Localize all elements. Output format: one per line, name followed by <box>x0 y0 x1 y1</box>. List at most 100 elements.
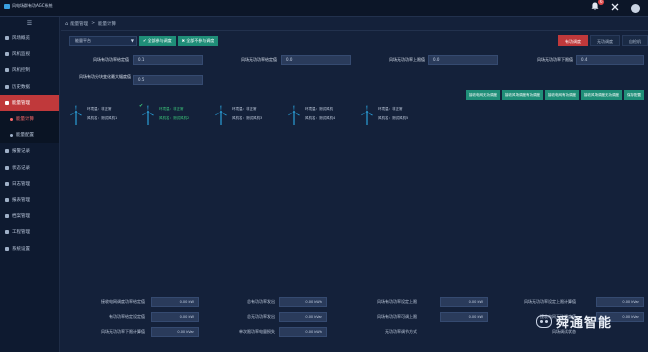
project-icon <box>5 230 9 235</box>
save-config-button[interactable]: 保存配置 <box>624 90 644 100</box>
receive-farm-reactive-button[interactable]: 接收风场调度无功调度 <box>581 90 622 100</box>
history-icon <box>5 84 9 89</box>
chevron-down-icon: ▼ <box>130 38 134 43</box>
active-power-setpoint-input[interactable]: 0.1 <box>133 55 203 65</box>
app-root: 风电场群有功AGC系统 6 ☰ 风场概览 风机监视 风机控制 历史数据 能量管理… <box>0 0 648 352</box>
top-bar: 风电场群有功AGC系统 6 <box>0 0 648 17</box>
sidebar-item-energy-calc[interactable]: 能量计算 <box>0 110 59 128</box>
all-join-dispatch-button[interactable]: ✔ 全部参与调度 <box>139 36 176 46</box>
summary-value: 0.00 kW <box>440 312 488 322</box>
sidebar-item-energy-config[interactable]: 能量配置 <box>0 127 59 144</box>
wind-turbine-icon <box>361 105 373 125</box>
summary-value: 0.00 kVar <box>151 327 199 337</box>
avatar[interactable] <box>631 3 640 13</box>
summary-label: 有功功率给定设定值 <box>109 314 145 319</box>
watermark: 舜通智能 <box>536 312 612 331</box>
turbine-name: 风机名：测试风机1 <box>87 116 118 120</box>
turbine-card[interactable]: 环境温：非正常 风机名：测试风机3 <box>214 105 284 127</box>
sidebar-item-label: 能量计算 <box>16 117 34 123</box>
summary-label: 风场有功功率设定上限 <box>377 299 417 304</box>
watermark-text: 舜通智能 <box>556 316 613 331</box>
sidebar-item-monitor[interactable]: 风机监视 <box>0 46 59 62</box>
wind-turbine-icon <box>70 105 82 125</box>
turbine-state: 环境温：非正常 <box>378 107 403 111</box>
summary-label: 风场无功功率下限计算值 <box>101 329 145 334</box>
receive-grid-active-button[interactable]: 接收电网有功调度 <box>545 90 579 100</box>
summary-value: 0.00 kVar <box>279 312 327 322</box>
config-icon <box>10 133 13 137</box>
wind-turbine-icon <box>288 105 300 125</box>
sidebar-item-label: 能量配置 <box>16 133 34 139</box>
summary-label: 风场无功功率设定上限计算值 <box>524 299 576 304</box>
sidebar: ☰ 风场概览 风机监视 风机控制 历史数据 能量管理 能量计算 能量配置 报警记… <box>0 17 60 352</box>
turbine-card[interactable]: 环境温：非正常 风机名：测试风机5 <box>360 105 430 127</box>
sidebar-item-status[interactable]: 状态记录 <box>0 160 59 176</box>
summary-value: 0.00 kW <box>151 297 199 307</box>
energy-icon <box>5 100 9 105</box>
breadcrumb-parent[interactable]: 能量管理 <box>70 21 88 27</box>
summary-value: 0.00 kVar <box>596 297 644 307</box>
receive-grid-reactive-button[interactable]: 接收电网无功调度 <box>466 90 500 100</box>
reactive-power-upper-input[interactable]: 0.0 <box>428 55 498 65</box>
top-icons: 6 <box>591 0 640 14</box>
turbine-card[interactable]: ✔ 环境温：非正常 风机名：测试风机2 <box>139 103 211 127</box>
sidebar-item-energy-management[interactable]: 能量管理 <box>0 94 59 111</box>
sidebar-item-alarm[interactable]: 报警记录 <box>0 143 59 159</box>
summary-label: 接收电网调度功率给定值 <box>101 299 145 304</box>
archive-icon <box>5 214 9 219</box>
turbine-state: 环境温：非正常 <box>232 107 257 111</box>
fullscreen-icon[interactable] <box>611 3 619 14</box>
sidebar-item-history[interactable]: 历史数据 <box>0 79 59 95</box>
summary-label: 单次限功率电量损失 <box>239 329 275 334</box>
sidebar-item-project[interactable]: 工程管理 <box>0 224 59 240</box>
turbine-state: 环境温：非正常 <box>87 107 112 111</box>
turbine-state: 环境温：测试风机 <box>305 107 333 111</box>
breadcrumb-home-icon: ⌂ <box>65 20 69 27</box>
turbine-state: 环境温：非正常 <box>159 107 184 111</box>
app-title: 风电场群有功AGC系统 <box>4 3 53 9</box>
sidebar-item-report[interactable]: 报表管理 <box>0 192 59 208</box>
sidebar-item-archive[interactable]: 档案管理 <box>0 208 59 224</box>
sidebar-item-overview[interactable]: 风场概览 <box>0 30 59 46</box>
sidebar-item-label: 日志管理 <box>12 181 30 187</box>
all-exit-dispatch-button[interactable]: ✖ 全部不参与调度 <box>177 36 219 46</box>
alarm-icon <box>5 149 9 154</box>
tab-self-check[interactable]: 自检机 <box>622 35 648 46</box>
active-power-max-change-label: 风场有功分块变化最大幅度值 <box>79 74 131 79</box>
breadcrumb-separator: > <box>91 21 95 26</box>
turbine-card[interactable]: 环境温：非正常 风机名：测试风机1 <box>69 105 139 127</box>
active-power-max-change-input[interactable]: 0.5 <box>133 75 203 85</box>
home-icon <box>5 36 9 41</box>
sidebar-item-label: 风场概览 <box>12 36 30 42</box>
reactive-power-lower-input[interactable]: 0.4 <box>576 55 644 65</box>
active-power-setpoint-label: 风场有功功率给定值 <box>93 57 129 62</box>
sidebar-item-log[interactable]: 日志管理 <box>0 176 59 192</box>
wind-turbine-icon <box>215 105 227 125</box>
reactive-power-upper-label: 风场无功功率上限值 <box>389 57 425 62</box>
sidebar-item-control[interactable]: 风机控制 <box>0 62 59 78</box>
summary-label: 总无功功率发出 <box>247 314 275 319</box>
station-select[interactable]: 能量平台 ▼ <box>69 36 137 46</box>
log-icon <box>5 181 9 186</box>
breadcrumb: ⌂ 能量管理 > 能量计算 <box>61 17 648 31</box>
receive-farm-active-button[interactable]: 接收风场调度有功调度 <box>502 90 543 100</box>
sidebar-item-label: 能量管理 <box>12 100 30 106</box>
sidebar-item-label: 报表管理 <box>12 197 30 203</box>
turbine-name: 风机名：测试风机4 <box>305 116 336 120</box>
summary-value: 0.00 kWh <box>279 297 327 307</box>
tab-active-dispatch[interactable]: 有功调度 <box>558 35 588 46</box>
turbine-name: 风机名：测试风机5 <box>378 116 409 120</box>
calc-icon <box>10 117 13 121</box>
sidebar-item-label: 档案管理 <box>12 214 30 220</box>
summary-label: 无功功率调节方式 <box>385 329 417 334</box>
summary-value: 0.00 kW <box>440 297 488 307</box>
notification-bell-icon[interactable]: 6 <box>591 0 604 14</box>
sidebar-item-settings[interactable]: 系统设置 <box>0 240 59 256</box>
wechat-icon <box>536 315 552 328</box>
turbine-card[interactable]: 环境温：测试风机 风机名：测试风机4 <box>287 105 357 127</box>
reactive-power-setpoint-input[interactable]: 0.0 <box>281 55 351 65</box>
sidebar-item-label: 风机监视 <box>12 52 30 58</box>
sidebar-item-label: 报警记录 <box>12 149 30 155</box>
tab-reactive-dispatch[interactable]: 无功调度 <box>590 35 620 46</box>
menu-toggle-icon[interactable]: ☰ <box>0 17 59 30</box>
